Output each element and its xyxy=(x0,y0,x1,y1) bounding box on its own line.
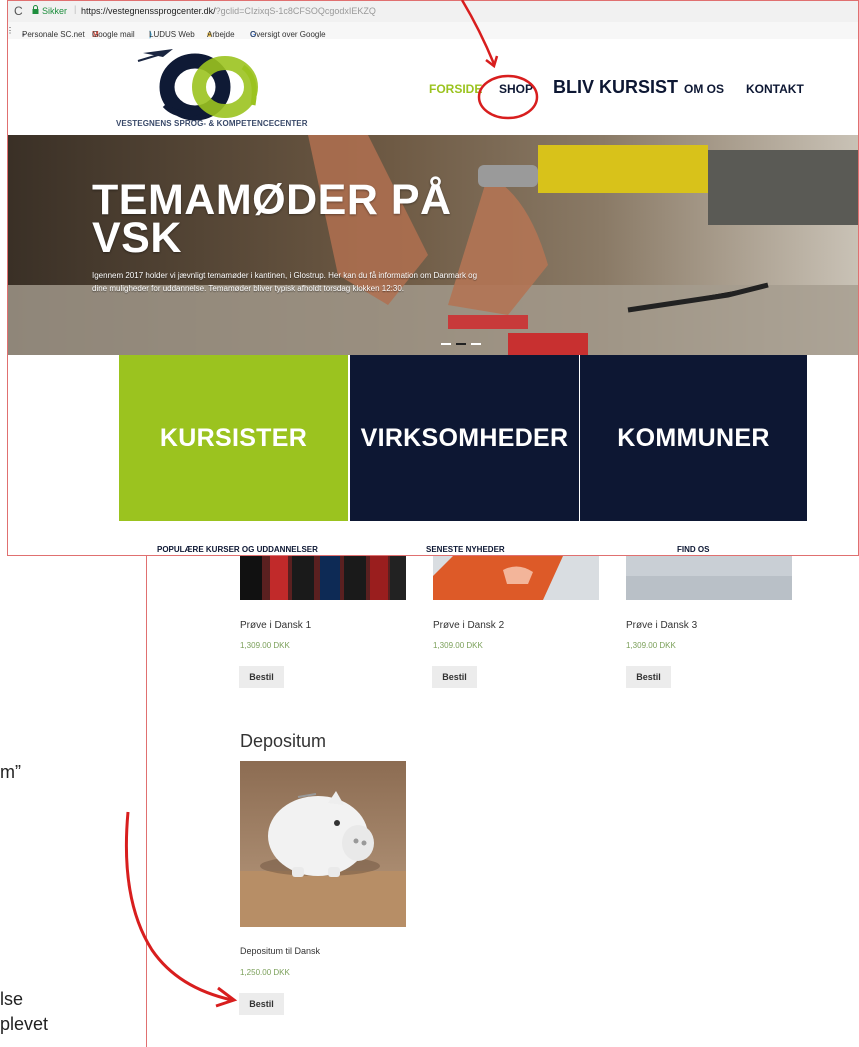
slider-dot-1[interactable] xyxy=(441,343,451,345)
section-popular: POPULÆRE KURSER OG UDDANNELSER xyxy=(157,545,318,554)
text-fragment-else: lse xyxy=(0,989,24,1009)
product-name[interactable]: Prøve i Dansk 2 xyxy=(433,620,504,631)
nav-forside[interactable]: FORSIDE xyxy=(429,82,482,96)
deposit-product-name[interactable]: Depositum til Dansk xyxy=(240,946,320,956)
hero-title: TEMAMØDER PÅ VSK xyxy=(92,179,492,262)
address-bar[interactable]: C Sikker | https://vestegnenssprogcenter… xyxy=(8,1,858,23)
url-text[interactable]: https://vestegnenssprogcenter.dk/?gclid=… xyxy=(81,6,376,16)
product-price: 1,309.00 DKK xyxy=(626,641,676,650)
annotation-arrow-top xyxy=(460,0,499,69)
section-find-us: FIND OS xyxy=(677,545,710,554)
bestil-button-dansk3[interactable]: Bestil xyxy=(626,666,671,688)
product-image-dansk1[interactable] xyxy=(240,556,406,600)
logo-text: VESTEGNENS SPROG- & KOMPETENCECENTER xyxy=(116,119,308,128)
slider-dot-2[interactable] xyxy=(456,343,466,345)
apps-icon[interactable]: ⋮ xyxy=(8,26,14,35)
section-news: SENESTE NYHEDER xyxy=(426,545,505,554)
url-main: https://vestegnenssprogcenter.dk/ xyxy=(81,6,216,16)
bestil-button-dansk2[interactable]: Bestil xyxy=(432,666,477,688)
piggy-bank-image[interactable] xyxy=(240,761,406,927)
address-separator: | xyxy=(74,4,77,14)
lock-icon xyxy=(32,5,39,14)
hero-description: Igennem 2017 holder vi jævnligt temamøde… xyxy=(92,271,478,293)
slider-dot-3[interactable] xyxy=(471,343,481,345)
bestil-button-dansk1[interactable]: Bestil xyxy=(239,666,284,688)
product-name[interactable]: Prøve i Dansk 3 xyxy=(626,620,697,631)
reload-icon[interactable]: C xyxy=(14,4,23,18)
browser-window: C Sikker | https://vestegnenssprogcenter… xyxy=(7,0,859,556)
bookmark-label: Personale SC.net xyxy=(22,30,85,39)
secure-label: Sikker xyxy=(42,6,68,16)
nav-kontakt[interactable]: KONTAKT xyxy=(746,82,804,96)
nav-om-os[interactable]: OM OS xyxy=(684,82,724,96)
product-image-dansk2[interactable] xyxy=(433,556,599,600)
product-price: 1,309.00 DKK xyxy=(433,641,483,650)
category-title: Depositum xyxy=(240,731,327,751)
tile-kommuner[interactable]: KOMMUNER xyxy=(580,355,807,521)
text-fragment-plevet: plevet xyxy=(0,1014,49,1034)
product-name[interactable]: Prøve i Dansk 1 xyxy=(240,620,311,631)
bookmark-label: Google mail xyxy=(92,30,135,39)
url-query: ?gclid=CIzixqS-1c8CFSOQcgodxIEKZQ xyxy=(215,6,376,16)
text-fragment-depositum: m” xyxy=(0,762,21,782)
bookmark-label: LUDUS Web xyxy=(149,30,195,39)
tile-virksomheder[interactable]: VIRKSOMHEDER xyxy=(350,355,579,521)
tile-kursister[interactable]: KURSISTER xyxy=(119,355,348,521)
bookmarks-bar: ⋮ ▪ Personale SC.net M Google mail ⟩ LUD… xyxy=(8,22,858,40)
nav-bliv-kursist[interactable]: BLIV KURSIST xyxy=(553,77,678,98)
product-price: 1,309.00 DKK xyxy=(240,641,290,650)
annotation-arrow xyxy=(124,811,238,1008)
bookmark-label: Oversigt over Google xyxy=(250,30,326,39)
site-header: VESTEGNENS SPROG- & KOMPETENCECENTER FOR… xyxy=(8,39,858,135)
hero-title-line2: VSK xyxy=(92,214,182,262)
product-image-dansk3[interactable] xyxy=(626,556,792,600)
bookmark-label: Arbejde xyxy=(207,30,235,39)
